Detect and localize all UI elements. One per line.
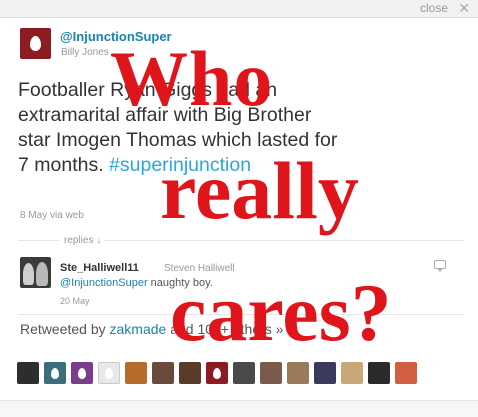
overlay-line-2: really [160, 145, 359, 236]
retweeter-avatar[interactable] [17, 362, 39, 384]
retweeter-avatar[interactable] [233, 362, 255, 384]
retweeter-avatar[interactable] [368, 362, 390, 384]
retweeter-avatar[interactable] [179, 362, 201, 384]
retweeter-avatar[interactable] [125, 362, 147, 384]
replies-toggle[interactable]: replies ↓ [60, 235, 106, 246]
retweeter-avatar[interactable] [71, 362, 93, 384]
retweeter-avatars [17, 362, 417, 384]
close-icon[interactable]: ✕ [458, 0, 470, 16]
egg-avatar-icon[interactable] [20, 28, 51, 59]
reply-avatar[interactable] [20, 257, 51, 288]
retweeter-avatar[interactable] [260, 362, 282, 384]
overlay-line-3: cares? [170, 267, 392, 358]
tweet-author-name: Billy Jones [61, 47, 109, 58]
retweeter-avatar[interactable] [44, 362, 66, 384]
tweet-meta: 8 May via web [20, 210, 84, 221]
top-bar: close ✕ [0, 0, 478, 18]
retweeter-link[interactable]: zakmade [110, 321, 167, 337]
reply-bubble-icon[interactable] [434, 260, 446, 272]
reply-date[interactable]: 20 May [60, 296, 90, 306]
retweeter-avatar[interactable] [287, 362, 309, 384]
retweeted-prefix: Retweeted by [20, 321, 110, 337]
bottom-bar [0, 400, 478, 417]
retweeter-avatar[interactable] [98, 362, 120, 384]
reply-username[interactable]: Ste_Halliwell11 [60, 262, 139, 274]
retweeter-avatar[interactable] [152, 362, 174, 384]
tweet-via: via web [50, 210, 84, 221]
close-link[interactable]: close [420, 0, 448, 16]
retweeter-avatar[interactable] [314, 362, 336, 384]
retweeter-avatar[interactable] [206, 362, 228, 384]
tweet-date[interactable]: 8 May [20, 210, 47, 221]
overlay-line-1: Who [110, 35, 274, 122]
retweeter-avatar[interactable] [395, 362, 417, 384]
reply-mention-link[interactable]: @InjunctionSuper [60, 277, 148, 289]
retweeter-avatar[interactable] [341, 362, 363, 384]
